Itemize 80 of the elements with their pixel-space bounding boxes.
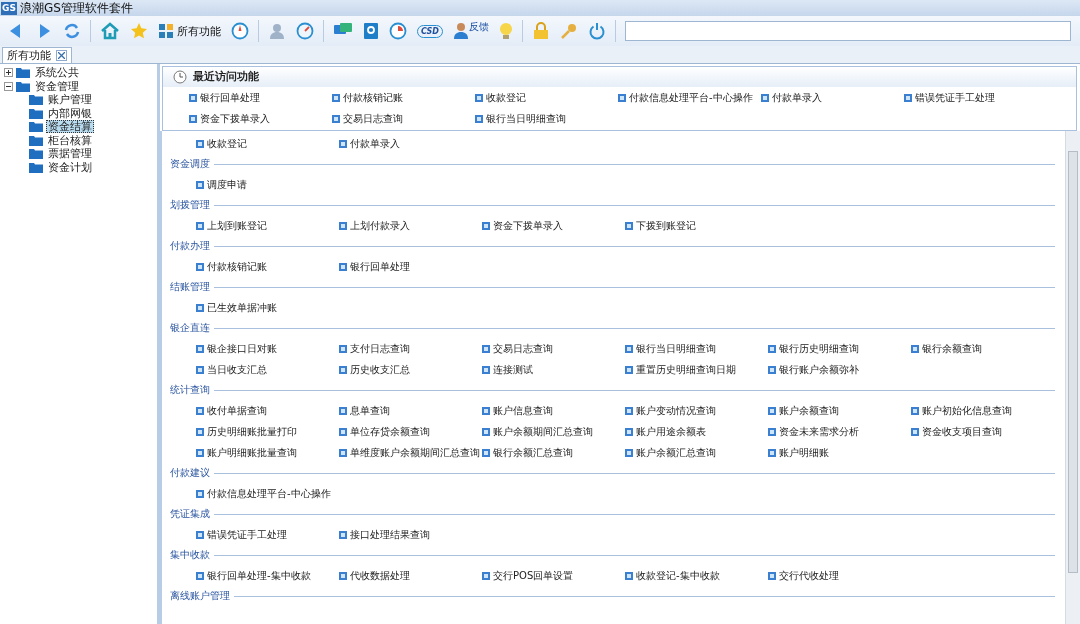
function-link[interactable]: 当日收支汇总 [207,364,267,375]
function-link[interactable]: 银行账户余额弥补 [779,364,859,375]
function-link[interactable]: 账户信息查询 [493,405,553,416]
tab[interactable]: 所有功能 [2,47,72,63]
function-link[interactable]: 调度申请 [207,179,247,190]
function-link[interactable]: 账户余额汇总查询 [636,447,716,458]
function-link[interactable]: 付款单录入 [772,92,822,103]
function-link[interactable]: 账户明细账批量查询 [207,447,297,458]
function-link[interactable]: 银行回单处理 [200,92,260,103]
function-link[interactable]: 交易日志查询 [493,343,553,354]
tree-item[interactable]: 账户管理 [46,93,94,107]
grid-toolbar-button[interactable]: 所有功能 [154,18,225,44]
function-link[interactable]: 收付单据查询 [207,405,267,416]
tree-item[interactable]: 资金计划 [46,160,94,174]
function-link[interactable]: 银行当日明细查询 [486,113,566,124]
section-heading: 付款建议 [170,466,210,480]
function-link[interactable]: 账户初始化信息查询 [922,405,1012,416]
function-link[interactable]: 重置历史明细查询日期 [636,364,736,375]
function-link[interactable]: 历史收支汇总 [350,364,410,375]
tree-item[interactable]: 资金结算 [46,120,94,134]
function-link[interactable]: 单位存贷余额查询 [350,426,430,437]
function-link[interactable]: 息单查询 [350,405,390,416]
function-link[interactable]: 交行POS回单设置 [493,570,574,581]
function-link[interactable]: 账户余额查询 [779,405,839,416]
function-link[interactable]: 资金下拨单录入 [493,220,563,231]
function-link[interactable]: 支付日志查询 [350,343,410,354]
function-link[interactable]: 上划到账登记 [207,220,267,231]
tree-item[interactable]: 内部网银 [46,106,94,120]
function-link[interactable]: 单维度账户余额期间汇总查询 [350,447,480,458]
function-link[interactable]: 付款单录入 [350,138,400,149]
tree-item[interactable]: 柜台核算 [46,133,94,147]
function-link[interactable]: 收款登记 [207,138,247,149]
function-link[interactable]: 上划付款录入 [350,220,410,231]
tree-item[interactable]: 资金管理 [33,79,81,93]
function-link[interactable]: 接口处理结果查询 [350,529,430,540]
tree-item[interactable]: 票据管理 [46,147,94,161]
function-link[interactable]: 错误凭证手工处理 [915,92,995,103]
function-link[interactable]: 交易日志查询 [343,113,403,124]
function-link[interactable]: 付款信息处理平台-中心操作 [629,92,753,103]
function-link[interactable]: 连接测试 [493,364,533,375]
section-heading: 付款办理 [170,239,210,253]
section-heading: 结账管理 [170,280,210,294]
section-heading: 资金调度 [170,157,210,171]
section-heading: 凭证集成 [170,507,210,521]
function-link[interactable]: 收款登记-集中收款 [636,570,720,581]
section-heading: 集中收款 [170,548,210,562]
function-link[interactable]: 资金收支项目查询 [922,426,1002,437]
function-link[interactable]: 账户用途余额表 [636,426,706,437]
function-link[interactable]: 账户明细账 [779,447,829,458]
function-link[interactable]: 收款登记 [486,92,526,103]
section-heading: 银企直连 [170,321,210,335]
section-heading: 划拨管理 [170,198,210,212]
function-link[interactable]: 付款信息处理平台-中心操作 [207,488,331,499]
function-link[interactable]: 银企接口日对账 [207,343,277,354]
function-link[interactable]: 银行当日明细查询 [636,343,716,354]
function-link[interactable]: 银行余额查询 [922,343,982,354]
function-link[interactable]: 银行历史明细查询 [779,343,859,354]
cloud-toolbar-button[interactable]: CSD [413,18,447,44]
function-link[interactable]: 银行回单处理-集中收款 [207,570,311,581]
person-toolbar-button[interactable]: 反馈 [449,18,493,44]
function-link[interactable]: 下拨到账登记 [636,220,696,231]
function-link[interactable]: 已生效单据冲账 [207,302,277,313]
panel-title: 最近访问功能 [193,70,259,84]
function-link[interactable]: 代收数据处理 [350,570,410,581]
function-link[interactable]: 资金未来需求分析 [779,426,859,437]
window-title: 浪潮GS管理软件套件 [19,0,133,17]
function-link[interactable]: 错误凭证手工处理 [207,529,287,540]
function-link[interactable]: 账户变动情况查询 [636,405,716,416]
function-link[interactable]: 资金下拨单录入 [200,113,270,124]
app-logo-icon: GS [1,1,17,15]
tree-item[interactable]: 系统公共 [33,66,81,80]
section-heading: 统计查询 [170,383,210,397]
function-link[interactable]: 历史明细账批量打印 [207,426,297,437]
function-link[interactable]: 银行余额汇总查询 [493,447,573,458]
function-link[interactable]: 付款核销记账 [207,261,267,272]
function-link[interactable]: 付款核销记账 [343,92,403,103]
function-link[interactable]: 交行代收处理 [779,570,839,581]
function-link[interactable]: 账户余额期间汇总查询 [493,426,593,437]
function-link[interactable]: 银行回单处理 [350,261,410,272]
section-heading: 离线账户管理 [170,589,230,603]
